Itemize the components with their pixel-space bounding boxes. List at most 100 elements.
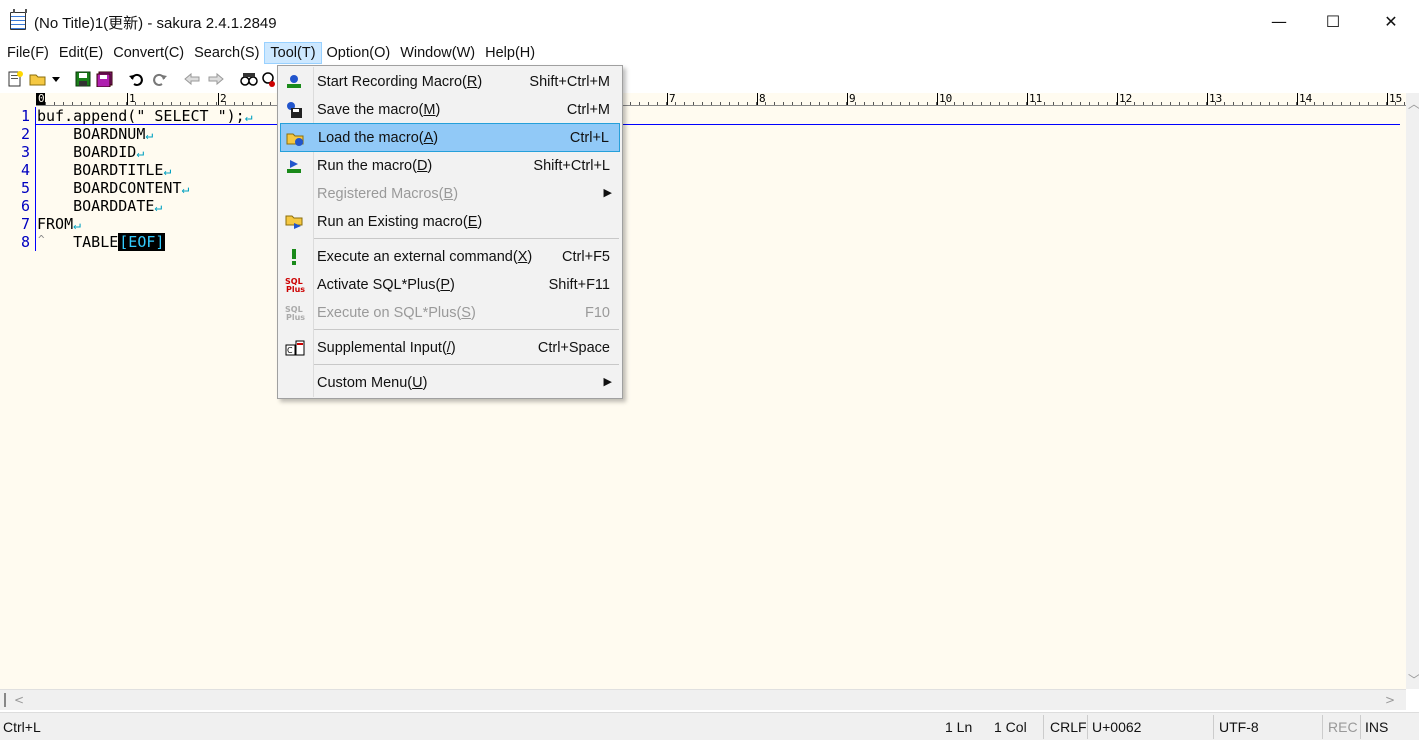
minimize-button[interactable]: —: [1256, 6, 1302, 36]
menu-edit[interactable]: Edit(E): [54, 42, 108, 64]
external-command-icon: [285, 248, 303, 266]
back-icon[interactable]: [182, 69, 202, 89]
line-number: 2: [20, 125, 30, 143]
menu-item-label: Start Recording Macro(R): [317, 74, 483, 90]
redo-icon[interactable]: [150, 69, 170, 89]
status-separator: [1043, 715, 1044, 739]
menu-tool[interactable]: Tool(T): [264, 42, 322, 64]
menu-item-registered-macros[interactable]: Registered Macros(B) ▶: [280, 180, 620, 208]
code-line[interactable]: BOARDNUM↵: [37, 125, 153, 143]
menu-item-shortcut: Ctrl+Space: [537, 340, 610, 356]
status-bar: Ctrl+L 1 Ln 1 Col CRLF U+0062 UTF-8 REC …: [0, 712, 1419, 740]
menu-convert[interactable]: Convert(C): [108, 42, 189, 64]
status-insert-mode[interactable]: INS: [1365, 719, 1388, 735]
menu-item-label: Supplemental Input(/): [317, 340, 456, 356]
editor-area[interactable]: [0, 93, 1406, 689]
dropdown-icon[interactable]: [50, 69, 62, 89]
open-file-icon[interactable]: [28, 69, 48, 89]
menu-option[interactable]: Option(O): [322, 42, 396, 64]
menu-help[interactable]: Help(H): [480, 42, 540, 64]
eof-marker: [EOF]: [118, 233, 166, 251]
gutter-border: [35, 107, 36, 251]
status-eol[interactable]: CRLF: [1050, 719, 1087, 735]
status-rec: REC: [1328, 719, 1358, 735]
find-next-icon[interactable]: [262, 69, 276, 89]
menu-item-label: Custom Menu(U): [317, 375, 428, 391]
menu-item-save-macro[interactable]: Save the macro(M) Ctrl+M: [280, 96, 620, 124]
line-number: 4: [20, 161, 30, 179]
submenu-arrow-icon: ▶: [603, 375, 612, 388]
menu-item-run-macro[interactable]: Run the macro(D) Shift+Ctrl+L: [280, 152, 620, 180]
code-line[interactable]: BOARDID↵: [37, 143, 144, 161]
menu-separator: [314, 364, 619, 365]
horizontal-scrollbar[interactable]: < >: [0, 689, 1406, 710]
vertical-scrollbar[interactable]: ︿ ﹀: [1406, 93, 1419, 689]
menu-item-supplemental-input[interactable]: C Supplemental Input(/) Ctrl+Space: [280, 334, 620, 362]
svg-text:Plus: Plus: [286, 313, 305, 322]
menu-item-label: Run the macro(D): [317, 158, 433, 174]
menu-item-run-existing-macro[interactable]: Run an Existing macro(E): [280, 208, 620, 236]
menu-search[interactable]: Search(S): [189, 42, 264, 64]
menu-window[interactable]: Window(W): [395, 42, 480, 64]
title-bar: (No Title)1(更新) - sakura 2.4.1.2849 — ☐ …: [0, 0, 1419, 42]
code-line[interactable]: TABLE[EOF]: [37, 233, 166, 251]
menu-item-custom-menu[interactable]: Custom Menu(U) ▶: [280, 369, 620, 397]
code-text: BOARDID: [37, 143, 137, 161]
code-text: BOARDCONTENT: [37, 179, 182, 197]
line-number: 3: [20, 143, 30, 161]
scroll-down-icon[interactable]: ﹀: [1408, 671, 1419, 688]
menu-item-execute-external-command[interactable]: Execute an external command(X) Ctrl+F5: [280, 243, 620, 271]
new-file-icon[interactable]: [5, 69, 25, 89]
status-separator: [1087, 715, 1088, 739]
line-number: 1: [20, 107, 30, 125]
menu-item-shortcut: F10: [585, 305, 610, 321]
svg-text:C: C: [287, 346, 293, 355]
menu-item-execute-on-sqlplus[interactable]: SQL Plus Execute on SQL*Plus(S) F10: [280, 299, 620, 327]
menu-item-load-macro[interactable]: Load the macro(A) Ctrl+L: [280, 123, 620, 152]
code-text: BOARDNUM: [37, 125, 146, 143]
menu-item-label: Registered Macros(B): [317, 186, 459, 202]
code-line[interactable]: BOARDDATE↵: [37, 197, 162, 215]
status-encoding[interactable]: UTF-8: [1219, 719, 1259, 735]
find-icon[interactable]: [239, 69, 259, 89]
run-macro-icon: [285, 157, 303, 175]
ruler-label: 15: [1387, 92, 1403, 105]
svg-text:Plus: Plus: [286, 285, 305, 294]
status-line: 1 Ln: [945, 719, 973, 735]
sqlplus-icon: SQL Plus: [285, 276, 305, 294]
window-title: (No Title)1(更新) - sakura 2.4.1.2849: [34, 15, 277, 32]
forward-icon[interactable]: [206, 69, 226, 89]
scroll-right-icon[interactable]: >: [1385, 693, 1395, 707]
toolbar-separator: [232, 70, 233, 88]
menu-item-shortcut: Shift+F11: [548, 277, 610, 293]
ruler-label: 12: [1117, 92, 1133, 105]
code-line[interactable]: buf.append(" SELECT ");↵: [37, 107, 253, 125]
code-text: buf.append(" SELECT ");: [37, 107, 245, 125]
menu-bar: File(F) Edit(E) Convert(C) Search(S) Too…: [0, 42, 1419, 64]
crlf-marker: ↵: [154, 200, 163, 215]
menu-item-activate-sqlplus[interactable]: SQL Plus Activate SQL*Plus(P) Shift+F11: [280, 271, 620, 299]
save-icon[interactable]: [73, 69, 93, 89]
menu-item-start-recording-macro[interactable]: Start Recording Macro(R) Shift+Ctrl+M: [280, 68, 620, 96]
status-message: Ctrl+L: [3, 719, 41, 735]
scroll-up-icon[interactable]: ︿: [1408, 95, 1419, 112]
tab-marker: ^: [38, 233, 45, 246]
status-separator: [1360, 715, 1361, 739]
save-all-icon[interactable]: [95, 69, 115, 89]
maximize-button[interactable]: ☐: [1310, 6, 1356, 36]
ruler-label: 10: [937, 92, 953, 105]
menu-item-shortcut: Ctrl+F5: [562, 249, 610, 265]
submenu-arrow-icon: ▶: [603, 186, 612, 199]
run-existing-macro-icon: [285, 213, 303, 231]
code-line[interactable]: BOARDCONTENT↵: [37, 179, 189, 197]
scroll-left-icon[interactable]: <: [14, 693, 24, 707]
undo-icon[interactable]: [126, 69, 146, 89]
code-line[interactable]: BOARDTITLE↵: [37, 161, 171, 179]
crlf-marker: ↵: [73, 218, 81, 233]
code-text: BOARDDATE: [37, 197, 155, 215]
menu-file[interactable]: File(F): [2, 42, 54, 64]
scroll-thumb[interactable]: [4, 693, 6, 707]
menu-item-label: Execute an external command(X): [317, 249, 533, 265]
close-button[interactable]: ✕: [1368, 6, 1414, 36]
menu-item-label: Activate SQL*Plus(P): [317, 277, 455, 293]
